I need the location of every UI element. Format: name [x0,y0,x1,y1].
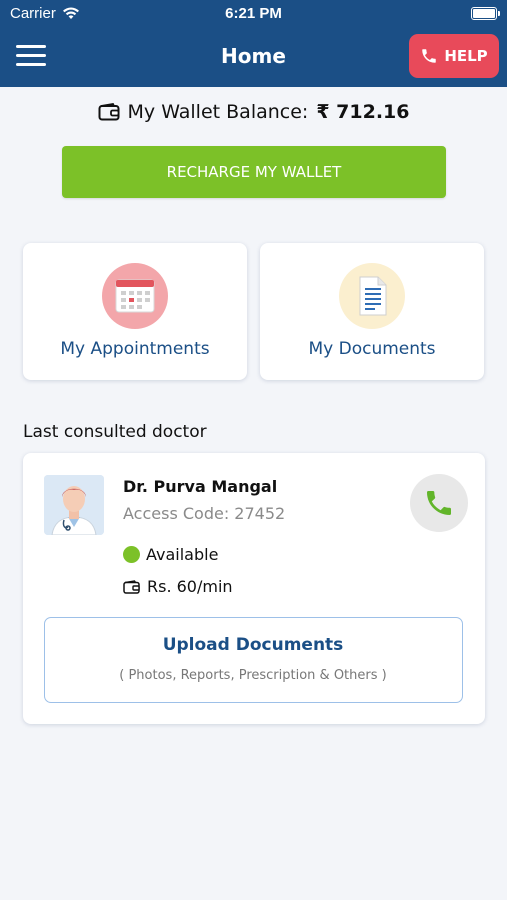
availability-status: Available [123,545,218,564]
access-code: Access Code: 27452 [123,504,286,523]
doctor-avatar [44,475,104,535]
wallet-amount: ₹ 712.16 [316,101,410,123]
availability-label: Available [146,545,219,564]
rate-label: Rs. 60/min [147,577,233,596]
documents-icon-circle [339,263,405,329]
upload-documents-button[interactable]: Upload Documents ( Photos, Reports, Pres… [44,617,463,703]
consult-rate: Rs. 60/min [123,577,233,596]
my-documents-tile[interactable]: My Documents [260,243,484,380]
upload-documents-subtitle: ( Photos, Reports, Prescription & Others… [119,668,387,683]
available-dot-icon [123,546,140,563]
help-button[interactable]: HELP [409,34,499,78]
help-label: HELP [444,47,488,65]
doctor-avatar-icon [44,475,104,535]
my-documents-label: My Documents [308,339,436,359]
document-icon [359,276,387,316]
recharge-wallet-button[interactable]: RECHARGE MY WALLET [62,146,446,198]
wallet-icon [123,579,140,594]
my-appointments-label: My Appointments [60,339,210,359]
status-time: 6:21 PM [225,5,282,22]
my-appointments-tile[interactable]: My Appointments [23,243,247,380]
last-consulted-heading: Last consulted doctor [23,422,207,442]
wallet-icon [98,103,120,121]
status-bar: Carrier 6:21 PM [0,0,507,28]
call-doctor-button[interactable] [410,474,468,532]
upload-documents-title: Upload Documents [162,635,344,655]
calendar-icon [115,279,155,313]
doctor-name: Dr. Purva Mangal [123,477,278,496]
phone-icon [422,49,437,63]
nav-bar: Home HELP [0,28,507,87]
appointments-icon-circle [102,263,168,329]
wallet-balance: My Wallet Balance: ₹ 712.16 [0,99,507,125]
doctor-card: Dr. Purva Mangal Access Code: 27452 Avai… [23,453,485,724]
battery-icon [471,7,500,20]
wallet-label: My Wallet Balance: [127,101,309,123]
phone-icon [427,491,451,515]
